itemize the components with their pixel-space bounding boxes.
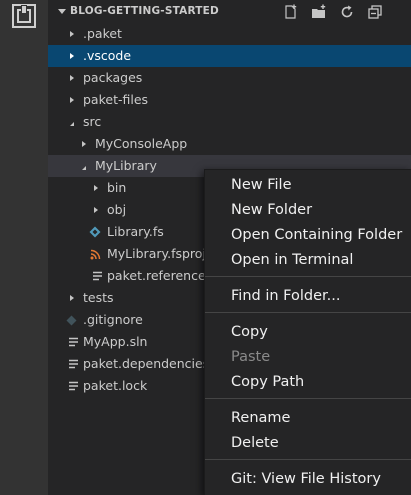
menu-item-new-folder[interactable]: New Folder [205, 198, 411, 222]
menu-item-find-in-folder[interactable]: Find in Folder... [205, 284, 411, 308]
menu-item-open-in-terminal[interactable]: Open in Terminal [205, 248, 411, 272]
menu-item-copy[interactable]: Copy [205, 320, 411, 344]
tree-item-label: MyConsoleApp [95, 136, 188, 151]
new-folder-icon[interactable] [310, 3, 328, 21]
refresh-icon[interactable] [338, 3, 356, 21]
explorer-section-header[interactable]: BLOG-GETTING-STARTED [48, 0, 411, 24]
section-title: BLOG-GETTING-STARTED [70, 5, 219, 17]
text-file-icon [90, 265, 104, 287]
tree-item-label: paket.lock [83, 378, 148, 393]
menu-item-copy-path[interactable]: Copy Path [205, 370, 411, 394]
text-file-icon [66, 353, 80, 375]
menu-item-delete[interactable]: Delete [205, 431, 411, 455]
chevron-right-icon [66, 89, 78, 111]
tree-item-label: packages [83, 70, 143, 85]
tree-item-label: src [83, 114, 102, 129]
chevron-right-icon [90, 199, 102, 221]
chevron-right-icon [66, 67, 78, 89]
tree-item-packages[interactable]: packages [48, 67, 411, 89]
menu-item-open-containing-folder[interactable]: Open Containing Folder [205, 223, 411, 247]
new-file-icon[interactable] [282, 3, 300, 21]
menu-separator [205, 312, 411, 313]
tree-item-label: .paket [83, 26, 122, 41]
tree-item-label: MyLibrary.fsproj [107, 246, 206, 261]
text-file-icon [66, 331, 80, 353]
menu-item-rename[interactable]: Rename [205, 406, 411, 430]
tree-item-label: obj [107, 202, 127, 217]
chevron-right-icon [90, 177, 102, 199]
fsharp-file-icon [88, 221, 102, 243]
text-file-icon [66, 375, 80, 397]
tree-item-paket-files[interactable]: paket-files [48, 89, 411, 111]
menu-item-paste: Paste [231, 349, 271, 365]
tree-item-label: Library.fs [107, 224, 164, 239]
tree-item-label: .gitignore [83, 312, 143, 327]
chevron-down-icon [58, 9, 66, 14]
menu-separator [205, 398, 411, 399]
explorer-icon[interactable] [12, 4, 36, 28]
tree-item-vscode[interactable]: .vscode [48, 45, 411, 67]
git-file-icon [64, 309, 78, 331]
chevron-right-icon [78, 133, 90, 155]
chevron-right-icon [66, 45, 78, 67]
menu-item-new-file[interactable]: New File [205, 173, 411, 197]
tree-item-src[interactable]: src [48, 111, 411, 133]
chevron-down-icon [66, 111, 78, 133]
rss-file-icon [88, 243, 102, 265]
tree-item-label: bin [107, 180, 127, 195]
tree-item-paket[interactable]: .paket [48, 23, 411, 45]
activity-bar [0, 0, 48, 495]
menu-separator [205, 276, 411, 277]
tree-item-myconsoleapp[interactable]: MyConsoleApp [48, 133, 411, 155]
context-menu: New File New Folder Open Containing Fold… [204, 169, 411, 495]
tree-item-label: MyApp.sln [83, 334, 148, 349]
collapse-all-icon[interactable] [366, 3, 384, 21]
tree-item-label: paket.dependencies [83, 356, 210, 371]
tree-item-label: paket.references [107, 268, 213, 283]
tree-item-label: .vscode [83, 48, 132, 63]
chevron-right-icon [66, 23, 78, 45]
chevron-right-icon [66, 287, 78, 309]
tree-item-label: paket-files [83, 92, 149, 107]
tree-item-label: tests [83, 290, 114, 305]
menu-separator [205, 459, 411, 460]
chevron-down-icon [78, 155, 90, 177]
tree-item-label: MyLibrary [95, 158, 157, 173]
menu-item-git-view-file-history[interactable]: Git: View File History [205, 467, 411, 491]
